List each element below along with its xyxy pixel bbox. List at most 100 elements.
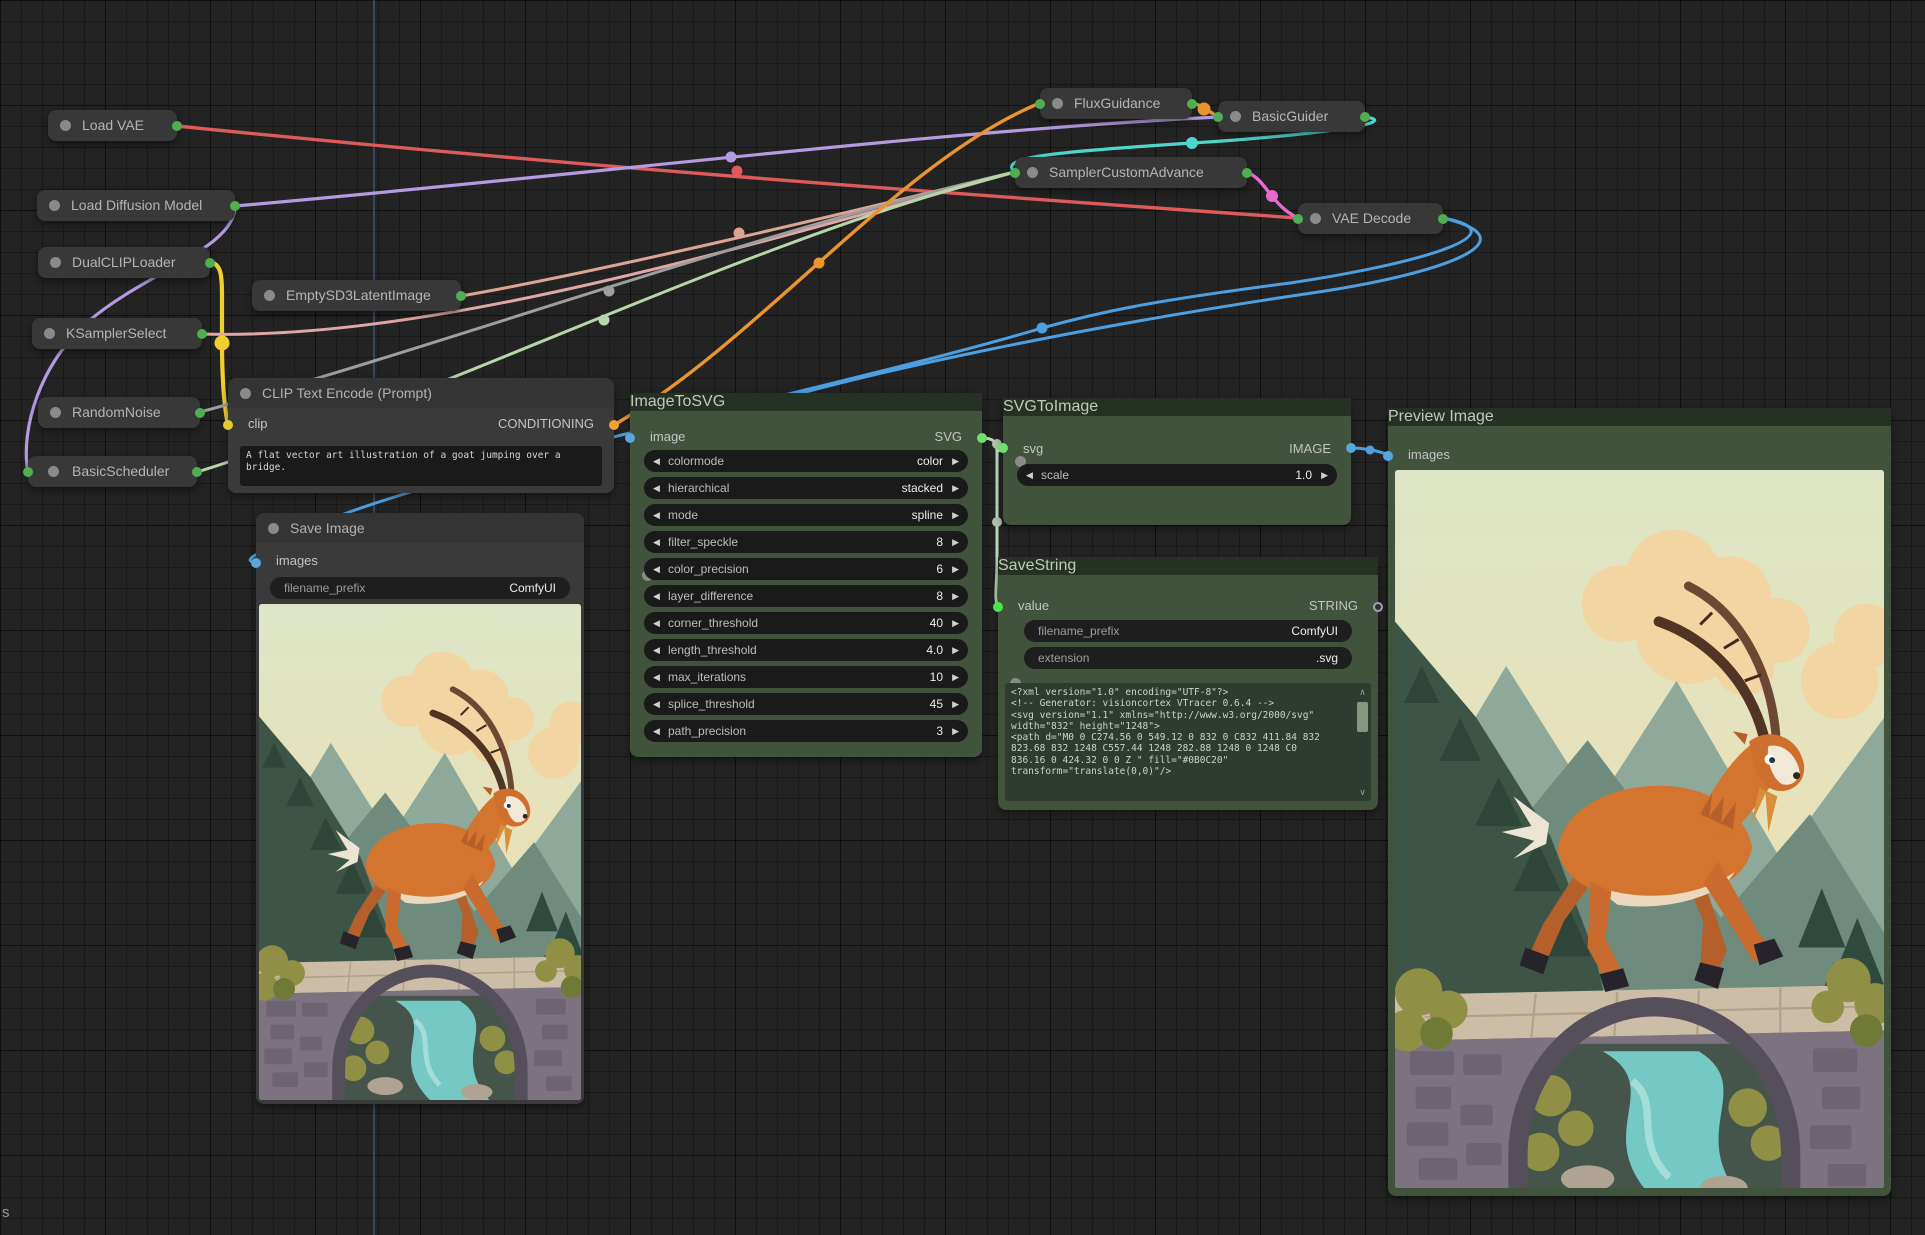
collapse-dot-icon[interactable] — [268, 523, 279, 534]
node-basic-guider[interactable]: BasicGuider — [1218, 101, 1365, 132]
svg-input-dot[interactable] — [998, 443, 1008, 453]
increment-arrow-icon[interactable]: ▶ — [947, 537, 959, 548]
link-midpoint-dot[interactable] — [215, 336, 230, 351]
node-dual-clip-loader[interactable]: DualCLIPLoader — [38, 247, 210, 278]
conditioning-output-dot[interactable] — [609, 420, 619, 430]
svg-source-textarea[interactable]: <?xml version="1.0" encoding="UTF-8"?> <… — [1005, 683, 1371, 801]
widget-max-iterations[interactable]: ◀ max_iterations 10 ▶ — [644, 666, 968, 688]
node-random-noise[interactable]: RandomNoise — [38, 397, 200, 428]
prompt-textarea[interactable]: A flat vector art illustration of a goat… — [240, 446, 602, 486]
link-midpoint-dot[interactable] — [1366, 446, 1375, 455]
input-slot-dot[interactable] — [23, 467, 33, 477]
output-slot-dot[interactable] — [456, 291, 466, 301]
widget-colormode[interactable]: ◀ colormode color ▶ — [644, 450, 968, 472]
widget-hierarchical[interactable]: ◀ hierarchical stacked ▶ — [644, 477, 968, 499]
link-midpoint-dot[interactable] — [814, 258, 825, 269]
image-input-dot[interactable] — [625, 433, 635, 443]
increment-arrow-icon[interactable]: ▶ — [947, 699, 959, 710]
extension-field[interactable]: extension .svg — [1024, 647, 1352, 669]
widget-layer-difference[interactable]: ◀ layer_difference 8 ▶ — [644, 585, 968, 607]
decrement-arrow-icon[interactable]: ◀ — [653, 510, 665, 521]
decrement-arrow-icon[interactable]: ◀ — [653, 591, 665, 602]
increment-arrow-icon[interactable]: ▶ — [947, 618, 959, 629]
node-preview-image[interactable]: Preview Image images — [1388, 408, 1891, 1196]
node-load-diffusion-model[interactable]: Load Diffusion Model — [37, 190, 235, 221]
node-ksampler-select[interactable]: KSamplerSelect — [32, 318, 202, 349]
increment-arrow-icon[interactable]: ▶ — [1316, 470, 1328, 481]
decrement-arrow-icon[interactable]: ◀ — [653, 645, 665, 656]
output-slot-dot[interactable] — [230, 201, 240, 211]
output-slot-dot[interactable] — [205, 258, 215, 268]
node-titlebar[interactable]: CLIP Text Encode (Prompt) — [228, 378, 614, 408]
collapse-dot-icon[interactable] — [1310, 213, 1321, 224]
image-output-dot[interactable] — [1346, 443, 1356, 453]
output-slot-dot[interactable] — [1242, 168, 1252, 178]
node-titlebar[interactable]: ImageToSVG — [630, 393, 982, 411]
node-vae-decode[interactable]: VAE Decode — [1298, 203, 1443, 234]
output-slot-dot[interactable] — [192, 467, 202, 477]
decrement-arrow-icon[interactable]: ◀ — [653, 456, 665, 467]
scroll-down-icon[interactable]: ∨ — [1356, 787, 1369, 797]
increment-arrow-icon[interactable]: ▶ — [947, 564, 959, 575]
collapse-dot-icon[interactable] — [1230, 111, 1241, 122]
decrement-arrow-icon[interactable]: ◀ — [653, 726, 665, 737]
collapse-dot-icon[interactable] — [48, 466, 59, 477]
filename-prefix-field[interactable]: filename_prefix ComfyUI — [270, 577, 570, 599]
images-input-dot[interactable] — [1383, 451, 1393, 461]
node-flux-guidance[interactable]: FluxGuidance — [1040, 88, 1192, 119]
input-slot-dot[interactable] — [1293, 214, 1303, 224]
link-midpoint-dot[interactable] — [599, 315, 610, 326]
output-slot-dot[interactable] — [172, 121, 182, 131]
output-slot-dot[interactable] — [1187, 99, 1197, 109]
images-input-dot[interactable] — [251, 558, 261, 568]
widget-corner-threshold[interactable]: ◀ corner_threshold 40 ▶ — [644, 612, 968, 634]
collapse-dot-icon[interactable] — [44, 328, 55, 339]
input-slot-dot[interactable] — [1213, 112, 1223, 122]
decrement-arrow-icon[interactable]: ◀ — [653, 618, 665, 629]
node-image-to-svg[interactable]: ImageToSVG image SVG ◀ colormode color ▶… — [630, 393, 982, 757]
node-load-vae[interactable]: Load VAE — [48, 110, 177, 141]
filename-prefix-field[interactable]: filename_prefix ComfyUI — [1024, 620, 1352, 642]
link-midpoint-dot[interactable] — [732, 166, 743, 177]
link-midpoint-dot[interactable] — [726, 152, 737, 163]
link-midpoint-dot[interactable] — [604, 286, 615, 297]
output-slot-dot[interactable] — [195, 408, 205, 418]
node-titlebar[interactable]: SaveString — [998, 557, 1378, 575]
node-graph-canvas[interactable]: s — [0, 0, 1925, 1235]
increment-arrow-icon[interactable]: ▶ — [947, 510, 959, 521]
decrement-arrow-icon[interactable]: ◀ — [653, 564, 665, 575]
link-midpoint-dot[interactable] — [1037, 323, 1048, 334]
node-titlebar[interactable]: Preview Image — [1388, 408, 1891, 426]
widget-scale[interactable]: ◀ scale 1.0 ▶ — [1017, 464, 1337, 486]
increment-arrow-icon[interactable]: ▶ — [947, 726, 959, 737]
widget-filter-speckle[interactable]: ◀ filter_speckle 8 ▶ — [644, 531, 968, 553]
clip-input-dot[interactable] — [223, 420, 233, 430]
link-midpoint-dot[interactable] — [734, 228, 745, 239]
widget-path-precision[interactable]: ◀ path_precision 3 ▶ — [644, 720, 968, 742]
scrollbar-thumb[interactable] — [1357, 702, 1368, 732]
collapse-dot-icon[interactable] — [49, 200, 60, 211]
node-save-image[interactable]: Save Image images filename_prefix ComfyU… — [256, 513, 584, 1104]
decrement-arrow-icon[interactable]: ◀ — [653, 699, 665, 710]
widget-color-precision[interactable]: ◀ color_precision 6 ▶ — [644, 558, 968, 580]
input-slot-dot[interactable] — [1035, 99, 1045, 109]
widget-length-threshold[interactable]: ◀ length_threshold 4.0 ▶ — [644, 639, 968, 661]
output-slot-dot[interactable] — [1438, 214, 1448, 224]
node-svg-to-image[interactable]: SVGToImage svg IMAGE ◀ scale 1.0 ▶ — [1003, 398, 1351, 525]
collapse-dot-icon[interactable] — [1027, 167, 1038, 178]
output-slot-dot[interactable] — [197, 329, 207, 339]
value-input-dot[interactable] — [993, 602, 1003, 612]
increment-arrow-icon[interactable]: ▶ — [947, 456, 959, 467]
widget-mode[interactable]: ◀ mode spline ▶ — [644, 504, 968, 526]
node-empty-sd3-latent-image[interactable]: EmptySD3LatentImage — [252, 280, 461, 311]
node-titlebar[interactable]: SVGToImage — [1003, 398, 1351, 416]
increment-arrow-icon[interactable]: ▶ — [947, 483, 959, 494]
widget-splice-threshold[interactable]: ◀ splice_threshold 45 ▶ — [644, 693, 968, 715]
scroll-up-icon[interactable]: ∧ — [1356, 687, 1369, 697]
collapse-dot-icon[interactable] — [1052, 98, 1063, 109]
node-save-string[interactable]: SaveString value STRING filename_prefix … — [998, 557, 1378, 810]
collapse-dot-icon[interactable] — [240, 388, 251, 399]
decrement-arrow-icon[interactable]: ◀ — [653, 537, 665, 548]
output-slot-dot[interactable] — [1360, 112, 1370, 122]
svg-output-dot[interactable] — [977, 433, 987, 443]
